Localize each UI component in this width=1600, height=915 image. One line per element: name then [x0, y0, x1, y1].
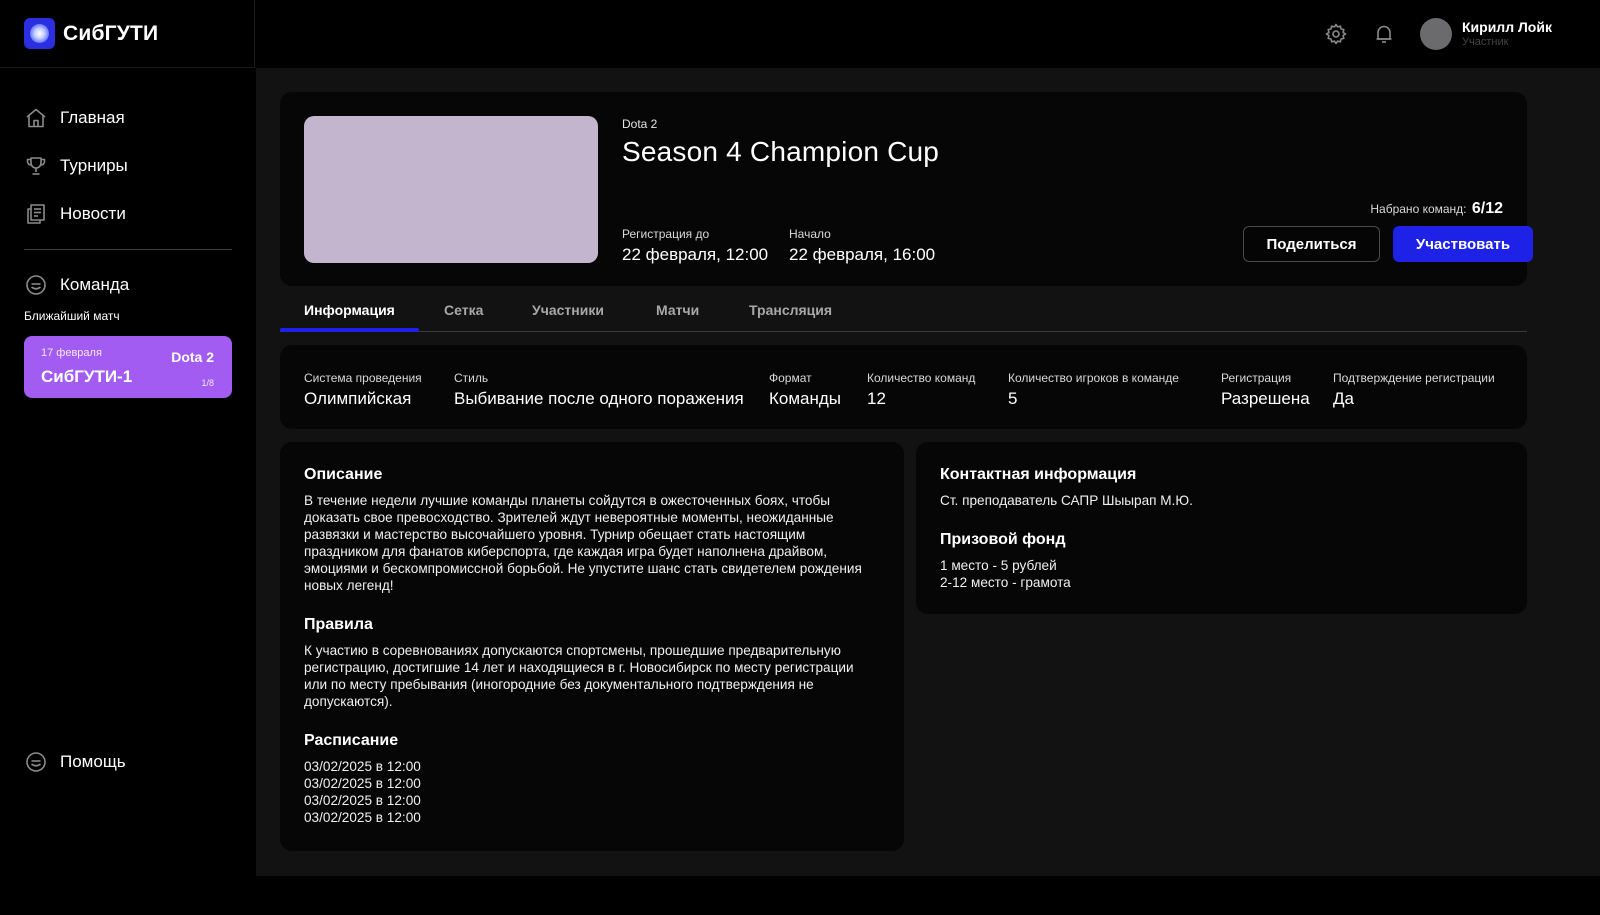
- schedule-item: 03/02/2025 в 12:00: [304, 759, 421, 774]
- property-label: Подтверждение регистрации: [1333, 371, 1495, 385]
- top-bar: [256, 0, 1600, 68]
- description-text: В течение недели лучшие команды планеты …: [304, 493, 862, 593]
- property-label: Количество команд: [867, 371, 976, 385]
- logo[interactable]: СибГУТИ: [0, 0, 255, 68]
- property-item: Количество игроков в команде 5: [1008, 371, 1179, 409]
- sidebar-item-label: Помощь: [60, 752, 126, 771]
- registration-deadline-value: 22 февраля, 12:00: [622, 245, 769, 264]
- prize-list: 1 место - 5 рублей 2-12 место - грамота: [940, 557, 1503, 591]
- property-item: Количество команд 12: [867, 371, 975, 409]
- help-icon: [26, 752, 46, 772]
- active-tab-indicator: [280, 328, 419, 332]
- news-icon: [27, 204, 45, 224]
- schedule-item: 03/02/2025 в 12:00: [304, 793, 421, 808]
- match-date: 17 февраля: [41, 347, 102, 359]
- teams-count-value: 6/12: [1471, 200, 1503, 217]
- tournament-header: Dota 2 Season 4 Champion Cup Регистрация…: [280, 92, 1533, 286]
- team-icon: [26, 275, 46, 295]
- schedule-list: 03/02/2025 в 12:00 03/02/2025 в 12:00 03…: [304, 758, 880, 826]
- rules-title: Правила: [304, 616, 373, 633]
- match-round: 1/8: [201, 378, 214, 388]
- tab-info[interactable]: Информация: [304, 302, 395, 318]
- schedule-title: Расписание: [304, 732, 399, 749]
- sidebar-item-label: Главная: [60, 108, 125, 127]
- property-item: Регистрация Разрешена: [1221, 371, 1310, 409]
- nearest-match-card[interactable]: 17 февраля Dota 2 СибГУТИ-1 1/8: [24, 336, 232, 398]
- property-label: Стиль: [454, 371, 489, 385]
- property-label: Система проведения: [304, 371, 422, 385]
- avatar[interactable]: [1420, 18, 1452, 50]
- contacts-title: Контактная информация: [940, 466, 1137, 483]
- tab-participants[interactable]: Участники: [532, 302, 604, 318]
- sidebar-item-label: Команда: [60, 275, 130, 294]
- contacts-text: Ст. преподаватель САПР Шыырап М.Ю.: [940, 493, 1193, 508]
- user-name[interactable]: Кирилл Лойк: [1462, 19, 1552, 35]
- property-value: Команды: [769, 389, 842, 408]
- tournament-properties: Система проведения Олимпийская Стиль Выб…: [280, 345, 1527, 429]
- property-item: Формат Команды: [769, 371, 841, 409]
- start-value: 22 февраля, 16:00: [789, 245, 936, 264]
- rules-text: К участию в соревнованиях допускаются сп…: [304, 643, 854, 709]
- property-value: 12: [867, 389, 886, 408]
- start-label: Начало: [789, 227, 831, 241]
- main-content: Dota 2 Season 4 Champion Cup Регистрация…: [256, 68, 1600, 876]
- sidebar-item-team[interactable]: Команда: [24, 261, 232, 309]
- prize-title: Призовой фонд: [940, 531, 1066, 548]
- contacts-card: Контактная информация Ст. преподаватель …: [916, 442, 1527, 614]
- join-button[interactable]: Участвовать: [1393, 226, 1533, 262]
- registration-deadline-label: Регистрация до: [622, 227, 710, 241]
- prize-item: 2-12 место - грамота: [940, 575, 1071, 590]
- property-value: Да: [1333, 389, 1354, 408]
- teams-count-label: Набрано команд:: [1370, 202, 1467, 216]
- sidebar-item-label: Турниры: [60, 156, 128, 175]
- logo-icon: [24, 18, 55, 49]
- schedule-item: 03/02/2025 в 12:00: [304, 810, 421, 825]
- sidebar-item-news[interactable]: Новости: [24, 190, 232, 238]
- tournament-game: Dota 2: [622, 117, 658, 131]
- tab-matches[interactable]: Матчи: [656, 302, 699, 318]
- match-team: СибГУТИ-1: [41, 367, 133, 386]
- sidebar: СибГУТИ Главная Турниры Новости Команда …: [0, 0, 255, 915]
- nearest-match-title: Ближайший матч: [24, 309, 120, 323]
- logo-text: СибГУТИ: [63, 21, 159, 45]
- property-value: Разрешена: [1221, 389, 1310, 408]
- sidebar-divider: [24, 249, 232, 250]
- tab-stream[interactable]: Трансляция: [749, 302, 832, 318]
- schedule-item: 03/02/2025 в 12:00: [304, 776, 421, 791]
- sidebar-item-tournaments[interactable]: Турниры: [24, 142, 232, 190]
- home-icon: [26, 108, 46, 128]
- teams-count: Набрано команд: 6/12: [1370, 200, 1503, 218]
- tabs: Информация Сетка Участники Матчи Трансля…: [280, 286, 1527, 332]
- property-item: Стиль Выбивание после одного поражения: [454, 371, 744, 409]
- match-game: Dota 2: [171, 349, 214, 365]
- trophy-icon: [26, 157, 46, 175]
- property-label: Формат: [769, 371, 812, 385]
- tournament-image: [304, 116, 598, 263]
- tab-bracket[interactable]: Сетка: [444, 302, 483, 318]
- property-label: Количество игроков в команде: [1008, 371, 1179, 385]
- bell-icon[interactable]: [1372, 22, 1396, 46]
- property-value: 5: [1008, 389, 1018, 408]
- sidebar-item-help[interactable]: Помощь: [24, 738, 232, 786]
- description-card: Описание В течение недели лучшие команды…: [280, 442, 904, 851]
- page-title: Season 4 Champion Cup: [622, 136, 940, 167]
- prize-item: 1 место - 5 рублей: [940, 558, 1057, 573]
- property-value: Выбивание после одного поражения: [454, 389, 744, 408]
- sidebar-item-label: Новости: [60, 204, 126, 223]
- property-item: Подтверждение регистрации Да: [1333, 371, 1495, 409]
- gear-icon[interactable]: [1324, 22, 1348, 46]
- description-title: Описание: [304, 466, 383, 483]
- user-role: Участник: [1462, 36, 1509, 48]
- share-button[interactable]: Поделиться: [1243, 226, 1380, 262]
- property-item: Система проведения Олимпийская: [304, 371, 422, 409]
- property-label: Регистрация: [1221, 371, 1292, 385]
- sidebar-nav: Главная Турниры Новости Команда: [24, 94, 232, 309]
- sidebar-item-home[interactable]: Главная: [24, 94, 232, 142]
- property-value: Олимпийская: [304, 389, 412, 408]
